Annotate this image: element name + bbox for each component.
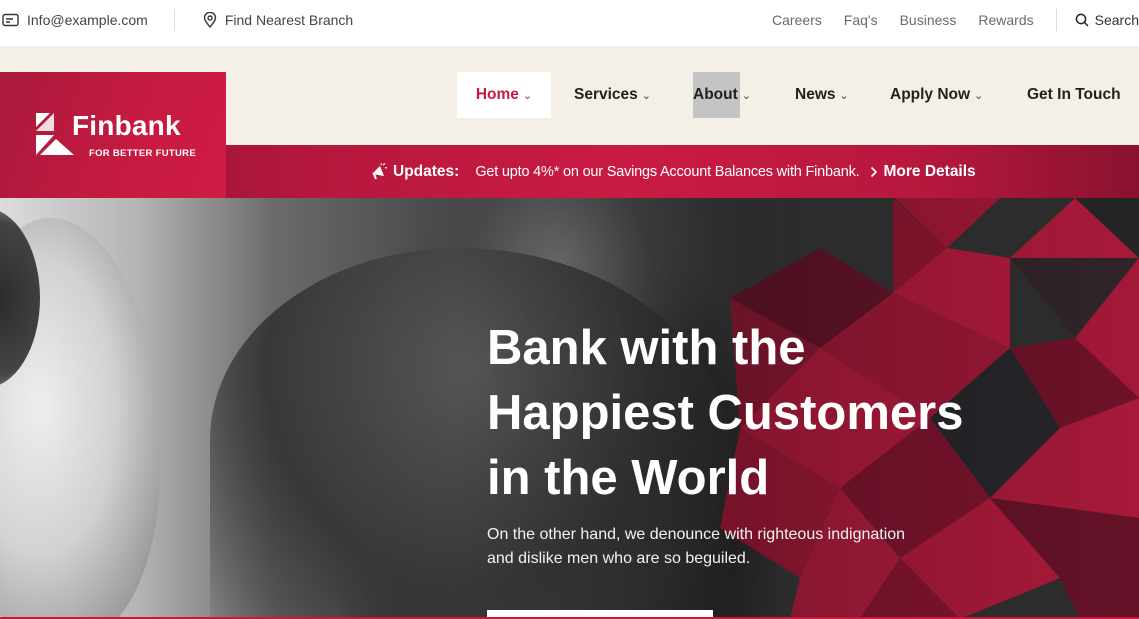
nav-about[interactable]: About ⌄ (693, 72, 751, 118)
updates-content: Updates: Get upto 4%* on our Savings Acc… (370, 145, 976, 198)
nav-news[interactable]: News ⌄ (795, 72, 849, 118)
logo-tagline: FOR BETTER FUTURE (89, 148, 196, 159)
hero-subtitle: On the other hand, we denounce with righ… (487, 523, 957, 571)
logo[interactable]: Finbank FOR BETTER FUTURE (0, 72, 226, 198)
top-bar-divider (173, 9, 175, 31)
location-pin-icon (203, 12, 217, 28)
nav-services-label: Services (574, 86, 638, 103)
more-details-link[interactable]: More Details (870, 163, 976, 181)
top-bar: Info@example.com Find Nearest Branch Car… (0, 0, 1139, 40)
hero-title-line: Bank with the (487, 321, 806, 375)
hero-title-line: Happiest Customers (487, 386, 964, 440)
chevron-down-icon: ⌄ (522, 89, 533, 102)
rewards-link[interactable]: Rewards (978, 12, 1033, 28)
search-label: Search (1094, 12, 1139, 28)
email-text: Info@example.com (27, 12, 148, 28)
find-branch-link[interactable]: Find Nearest Branch (203, 12, 353, 28)
hero-banner: Bank with the Happiest Customers in the … (0, 198, 1139, 619)
hero-title: Bank with the Happiest Customers in the … (487, 316, 1087, 511)
chevron-down-icon: ⌄ (839, 89, 849, 102)
chevron-down-icon: ⌄ (741, 89, 751, 102)
nav-touch-label: Get In Touch (1027, 86, 1121, 103)
find-branch-text: Find Nearest Branch (224, 12, 354, 28)
chevron-down-icon: ⌄ (974, 89, 984, 102)
more-details-label: More Details (883, 162, 976, 180)
nav-home[interactable]: Home ⌄ (457, 72, 551, 118)
updates-label: Updates: (393, 162, 460, 180)
nav-home-label: Home (475, 86, 519, 103)
search-divider (1055, 9, 1057, 31)
hero-subtitle-line: and dislike men who are so beguiled. (487, 550, 751, 567)
nav-apply-label: Apply Now (890, 86, 971, 103)
business-link[interactable]: Business (900, 12, 957, 28)
nav-apply-now[interactable]: Apply Now ⌄ (890, 72, 983, 118)
chevron-down-icon: ⌄ (641, 89, 651, 102)
email-link[interactable]: Info@example.com (2, 12, 148, 28)
nav-get-in-touch[interactable]: Get In Touch (1027, 72, 1121, 118)
hero-subtitle-line: On the other hand, we denounce with righ… (487, 526, 906, 543)
nav-news-label: News (795, 86, 836, 103)
nav-services[interactable]: Services ⌄ (574, 72, 651, 118)
nav-about-label: About (693, 86, 738, 103)
chevron-right-icon (870, 166, 877, 177)
faqs-link[interactable]: Faq's (844, 12, 878, 28)
email-icon (2, 13, 19, 26)
search-icon (1075, 13, 1089, 27)
top-bar-right: Careers Faq's Business Rewards Search (772, 0, 1139, 40)
careers-link[interactable]: Careers (772, 12, 822, 28)
top-bar-left: Info@example.com Find Nearest Branch (0, 0, 353, 40)
logo-mark-icon (36, 113, 74, 155)
logo-name: Finbank (72, 110, 181, 141)
updates-text: Get upto 4%* on our Savings Account Bala… (475, 163, 860, 180)
search-button[interactable]: Search (1075, 12, 1139, 28)
hero-title-line: in the World (487, 451, 770, 505)
megaphone-icon (372, 163, 387, 180)
